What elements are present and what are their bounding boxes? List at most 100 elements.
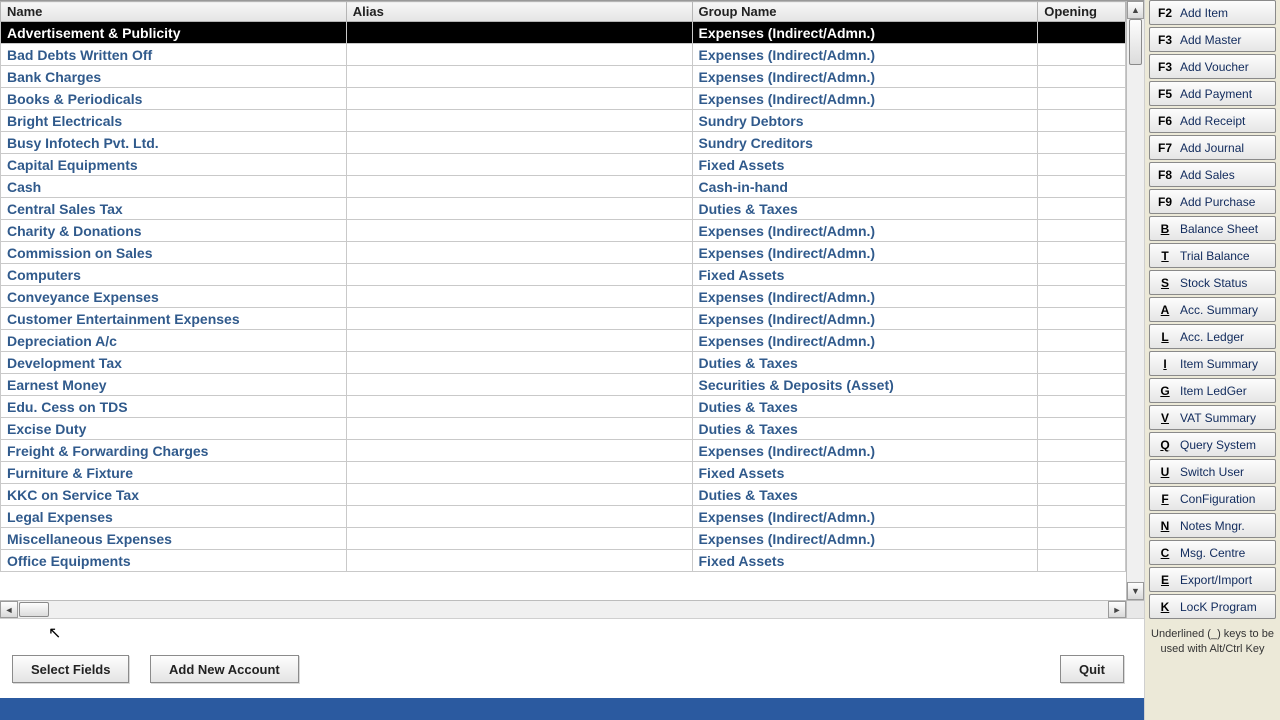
table-row[interactable]: Conveyance Expenses Expenses (Indirect/Ad… [1,286,1126,308]
cell-alias[interactable] [346,154,692,176]
cell-group[interactable]: Expenses (Indirect/Admn.) [692,286,1038,308]
cell-opening[interactable] [1038,286,1126,308]
col-header-opening[interactable]: Opening [1038,2,1126,22]
cell-alias[interactable] [346,484,692,506]
cell-name[interactable]: Bright Electricals [1,110,347,132]
cell-opening[interactable] [1038,396,1126,418]
cell-alias[interactable] [346,418,692,440]
cell-name[interactable]: Excise Duty [1,418,347,440]
table-row[interactable]: Advertisement & PublicityExpenses (Indir… [1,22,1126,44]
cell-name[interactable]: Commission on Sales [1,242,347,264]
cell-alias[interactable] [346,374,692,396]
sidebar-shortcut-notes-mngr[interactable]: NNotes Mngr. [1149,513,1276,538]
table-row[interactable]: Customer Entertainment ExpensesExpenses … [1,308,1126,330]
sidebar-shortcut-acc-summary[interactable]: AAcc. Summary [1149,297,1276,322]
cell-group[interactable]: Fixed Assets [692,550,1038,572]
sidebar-shortcut-msg-centre[interactable]: CMsg. Centre [1149,540,1276,565]
sidebar-shortcut-query-system[interactable]: QQuery System [1149,432,1276,457]
cell-opening[interactable] [1038,110,1126,132]
cell-group[interactable]: Expenses (Indirect/Admn.) [692,220,1038,242]
cell-alias[interactable] [346,286,692,308]
cell-opening[interactable] [1038,484,1126,506]
cell-name[interactable]: Charity & Donations [1,220,347,242]
sidebar-shortcut-add-item[interactable]: F2Add Item [1149,0,1276,25]
sidebar-shortcut-trial-balance[interactable]: TTrial Balance [1149,243,1276,268]
cell-opening[interactable] [1038,66,1126,88]
sidebar-shortcut-lock-program[interactable]: KLocK Program [1149,594,1276,619]
cell-alias[interactable] [346,264,692,286]
horizontal-scrollbar[interactable]: ◄ ► [0,600,1126,618]
table-row[interactable]: Freight & Forwarding ChargesExpenses (In… [1,440,1126,462]
cell-name[interactable]: Depreciation A/c [1,330,347,352]
cell-opening[interactable] [1038,528,1126,550]
table-row[interactable]: Computers Fixed Assets [1,264,1126,286]
sidebar-shortcut-add-master[interactable]: F3Add Master [1149,27,1276,52]
cell-alias[interactable] [346,330,692,352]
cell-alias[interactable] [346,352,692,374]
cell-name[interactable]: Bad Debts Written Off [1,44,347,66]
table-row[interactable]: Books & PeriodicalsExpenses (Indirect/Ad… [1,88,1126,110]
cell-name[interactable]: Central Sales Tax [1,198,347,220]
cell-alias[interactable] [346,528,692,550]
cell-name[interactable]: Development Tax [1,352,347,374]
cell-name[interactable]: KKC on Service Tax [1,484,347,506]
cell-name[interactable]: Cash [1,176,347,198]
sidebar-shortcut-add-receipt[interactable]: F6Add Receipt [1149,108,1276,133]
cell-alias[interactable] [346,66,692,88]
cell-opening[interactable] [1038,440,1126,462]
cell-group[interactable]: Cash-in-hand [692,176,1038,198]
cell-group[interactable]: Expenses (Indirect/Admn.) [692,66,1038,88]
add-new-account-button[interactable]: Add New Account [150,655,299,683]
cell-name[interactable]: Edu. Cess on TDS [1,396,347,418]
cell-opening[interactable] [1038,462,1126,484]
sidebar-shortcut-configuration[interactable]: FConFiguration [1149,486,1276,511]
quit-button[interactable]: Quit [1060,655,1124,683]
cell-name[interactable]: Freight & Forwarding Charges [1,440,347,462]
cell-group[interactable]: Expenses (Indirect/Admn.) [692,506,1038,528]
table-row[interactable]: Furniture & FixtureFixed Assets [1,462,1126,484]
cell-alias[interactable] [346,176,692,198]
horizontal-scroll-track[interactable] [18,601,1108,618]
sidebar-shortcut-item-ledger[interactable]: GItem LedGer [1149,378,1276,403]
table-row[interactable]: Development TaxDuties & Taxes [1,352,1126,374]
cell-alias[interactable] [346,44,692,66]
table-row[interactable]: Miscellaneous ExpensesExpenses (Indirect… [1,528,1126,550]
cell-name[interactable]: Conveyance Expenses [1,286,347,308]
table-row[interactable]: Cash Cash-in-hand [1,176,1126,198]
cell-opening[interactable] [1038,308,1126,330]
vertical-scroll-thumb[interactable] [1129,19,1142,65]
sidebar-shortcut-stock-status[interactable]: SStock Status [1149,270,1276,295]
table-row[interactable]: Busy Infotech Pvt. Ltd.Sundry Creditors [1,132,1126,154]
cell-group[interactable]: Fixed Assets [692,154,1038,176]
table-row[interactable]: Legal ExpensesExpenses (Indirect/Admn.) [1,506,1126,528]
cell-name[interactable]: Office Equipments [1,550,347,572]
cell-alias[interactable] [346,462,692,484]
cell-opening[interactable] [1038,198,1126,220]
table-row[interactable]: Commission on Sales Expenses (Indirect/Ad… [1,242,1126,264]
cell-opening[interactable] [1038,154,1126,176]
cell-opening[interactable] [1038,88,1126,110]
cell-opening[interactable] [1038,418,1126,440]
cell-name[interactable]: Bank Charges [1,66,347,88]
cell-alias[interactable] [346,22,692,44]
table-row[interactable]: Charity & Donations Expenses (Indirect/Ad… [1,220,1126,242]
cell-name[interactable]: Computers [1,264,347,286]
cell-group[interactable]: Duties & Taxes [692,418,1038,440]
sidebar-shortcut-balance-sheet[interactable]: BBalance Sheet [1149,216,1276,241]
table-row[interactable]: Excise Duty Duties & Taxes [1,418,1126,440]
cell-group[interactable]: Fixed Assets [692,264,1038,286]
sidebar-shortcut-vat-summary[interactable]: VVAT Summary [1149,405,1276,430]
table-row[interactable]: Bad Debts Written OffExpenses (Indirect/… [1,44,1126,66]
cell-group[interactable]: Expenses (Indirect/Admn.) [692,242,1038,264]
cell-opening[interactable] [1038,550,1126,572]
table-row[interactable]: Earnest MoneySecurities & Deposits (Asse… [1,374,1126,396]
cell-opening[interactable] [1038,264,1126,286]
sidebar-shortcut-add-purchase[interactable]: F9Add Purchase [1149,189,1276,214]
scroll-right-arrow-icon[interactable]: ► [1108,601,1126,618]
cell-group[interactable]: Duties & Taxes [692,198,1038,220]
cell-opening[interactable] [1038,220,1126,242]
sidebar-shortcut-item-summary[interactable]: IItem Summary [1149,351,1276,376]
cell-name[interactable]: Furniture & Fixture [1,462,347,484]
cell-alias[interactable] [346,506,692,528]
table-row[interactable]: KKC on Service TaxDuties & Taxes [1,484,1126,506]
